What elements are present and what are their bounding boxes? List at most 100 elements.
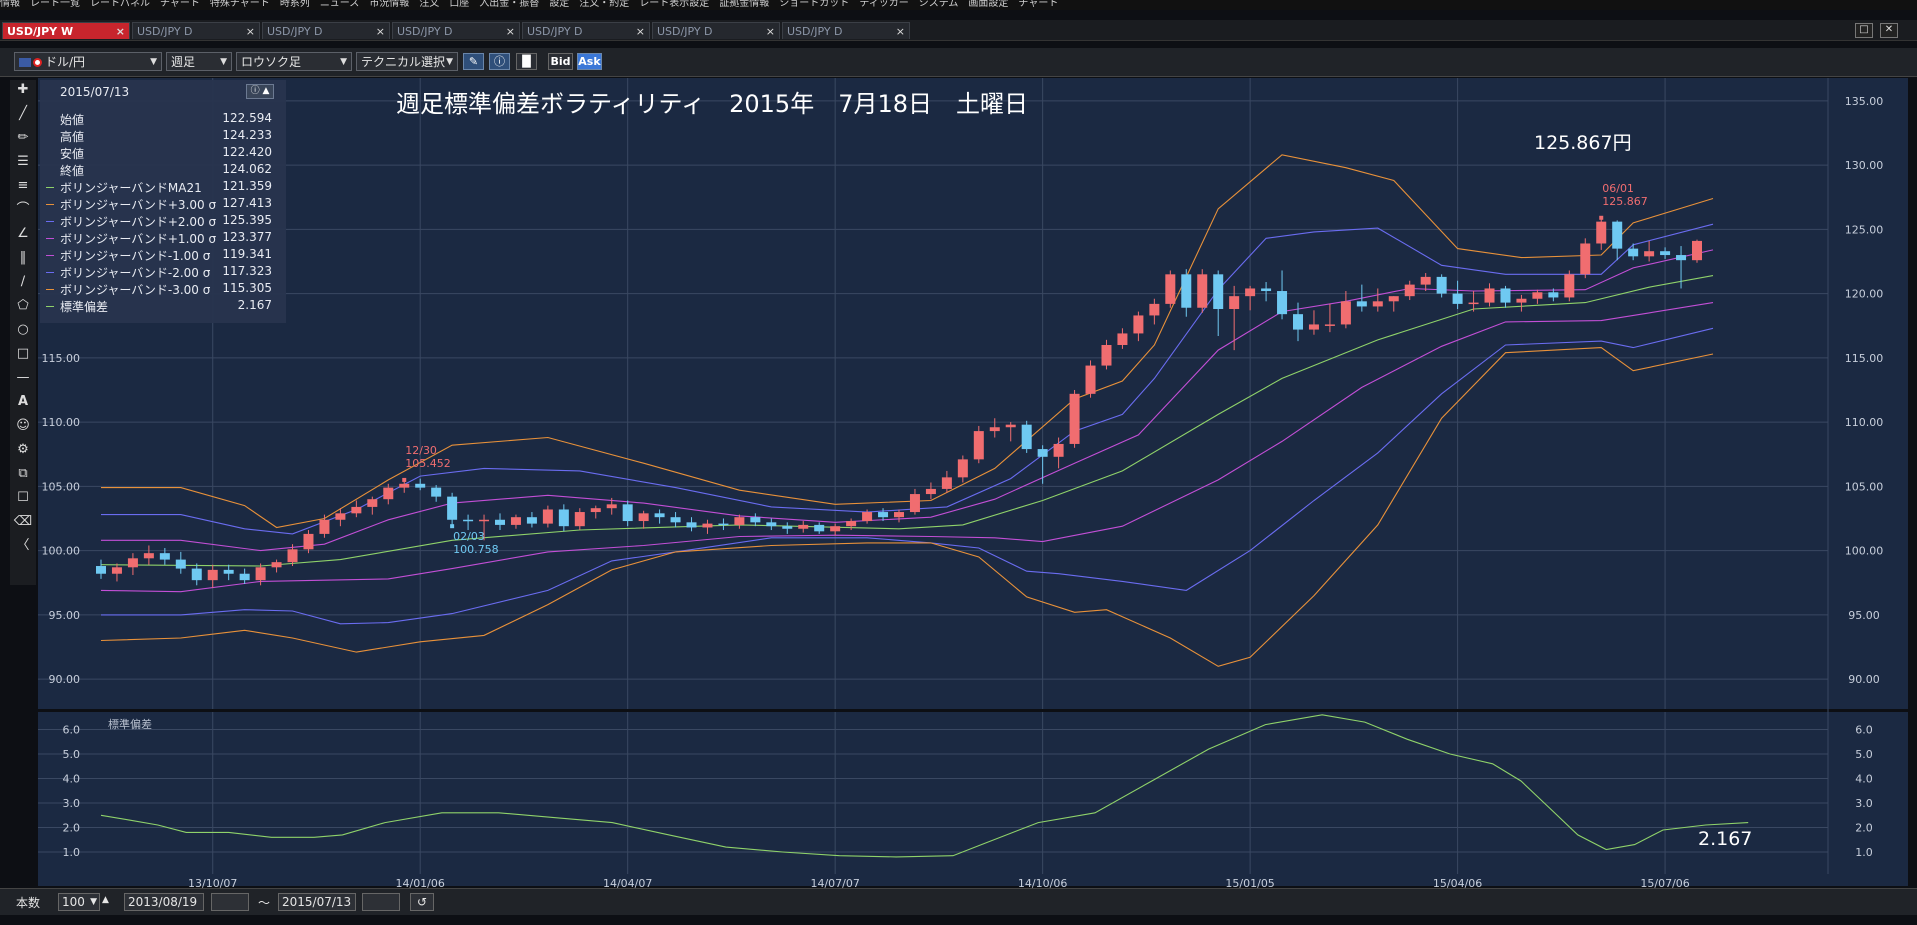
- pen-icon[interactable]: ✎: [463, 53, 484, 70]
- menu-item[interactable]: レート表示設定: [639, 0, 709, 9]
- eraser-icon[interactable]: ⌫: [13, 512, 33, 532]
- menu-item[interactable]: ショートカット: [779, 0, 849, 9]
- arc-icon[interactable]: ⌒: [13, 200, 33, 220]
- chart-style-select[interactable]: ロウソク足 ▼: [236, 52, 352, 71]
- technical-select[interactable]: テクニカル選択 ▼: [356, 52, 458, 71]
- candle-body: [1340, 301, 1351, 325]
- circle-icon[interactable]: ○: [13, 320, 33, 340]
- close-tab-icon[interactable]: ×: [376, 23, 385, 40]
- menu-item[interactable]: 画面設定: [968, 0, 1008, 9]
- menu-item[interactable]: 注文・約定: [579, 0, 629, 9]
- candle-body: [1660, 251, 1671, 256]
- candle-body: [1532, 292, 1543, 299]
- bar-count-select[interactable]: 100 ▼: [58, 893, 100, 911]
- candle-body: [846, 521, 857, 527]
- price-tick-right: 125.00: [1845, 223, 1884, 236]
- ruler-icon[interactable]: ✏: [13, 128, 33, 148]
- magnet-icon[interactable]: ⚙: [13, 440, 33, 460]
- chart-tab[interactable]: USD/JPY D ×: [262, 22, 390, 39]
- candle-body: [1676, 255, 1687, 261]
- ask-button[interactable]: Ask: [577, 53, 602, 70]
- candle-body: [941, 477, 952, 489]
- from-date-field[interactable]: 2013/08/19: [124, 893, 204, 911]
- chart-tab[interactable]: USD/JPY D ×: [782, 22, 910, 39]
- close-tab-icon[interactable]: ×: [246, 23, 255, 40]
- candle-body: [654, 513, 665, 518]
- chart-tab[interactable]: USD/JPY D ×: [392, 22, 520, 39]
- fan-icon[interactable]: ∠: [13, 224, 33, 244]
- candle-body: [973, 431, 984, 460]
- menu-item[interactable]: 口座: [449, 0, 469, 9]
- menu-item[interactable]: レート一覧: [30, 0, 80, 9]
- tab-label: USD/JPY D: [527, 25, 583, 38]
- fibonacci-icon[interactable]: ≡: [13, 176, 33, 196]
- menu-item[interactable]: レートパネル: [90, 0, 150, 9]
- chart-area[interactable]: 90.00 90.00 95.00 95.00 100.00 100.00 105.00 10…: [38, 78, 1908, 888]
- copy-icon[interactable]: ⧉: [13, 464, 33, 484]
- close-tab-icon[interactable]: ×: [116, 23, 125, 40]
- stepper-up-icon[interactable]: ▲: [102, 895, 109, 905]
- close-tab-icon[interactable]: ×: [896, 23, 905, 40]
- close-window-icon[interactable]: ✕: [1880, 23, 1898, 38]
- currency-pair-select[interactable]: ドル/円 ▼: [14, 52, 162, 71]
- bid-button[interactable]: Bid: [548, 53, 573, 70]
- menu-item[interactable]: 特殊チャート: [210, 0, 270, 9]
- menu-item[interactable]: ティッカー: [859, 0, 908, 9]
- info-icon[interactable]: ⓘ: [489, 53, 510, 70]
- menu-item[interactable]: 時系列: [280, 0, 310, 9]
- lock-icon[interactable]: ☐: [13, 488, 33, 508]
- menu-item[interactable]: 市況情報: [369, 0, 409, 9]
- x-tick-label: 14/07/07: [810, 877, 859, 888]
- pentagon-icon[interactable]: ⬠: [13, 296, 33, 316]
- from-time-field[interactable]: [211, 893, 249, 911]
- candle-body: [957, 459, 968, 478]
- info-row: 終値 124.062: [40, 162, 286, 179]
- crosshair-icon[interactable]: ✚: [13, 80, 33, 100]
- candle-body: [383, 487, 394, 500]
- chart-tab[interactable]: USD/JPY D ×: [522, 22, 650, 39]
- emoji-icon[interactable]: ☺: [13, 416, 33, 436]
- candle-body: [207, 569, 218, 581]
- menu-item[interactable]: チャート: [1018, 0, 1058, 9]
- menu-item[interactable]: 設定: [549, 0, 569, 9]
- volume-icon[interactable]: █: [516, 53, 537, 70]
- candle-body: [367, 499, 378, 507]
- candle-body: [159, 553, 170, 560]
- candle-body: [1596, 221, 1607, 244]
- horizontal-lines-icon[interactable]: ☰: [13, 152, 33, 172]
- restore-window-icon[interactable]: □: [1855, 23, 1873, 38]
- menu-item[interactable]: 注文: [419, 0, 439, 9]
- channel-icon[interactable]: ∕: [13, 272, 33, 292]
- candle-body: [143, 553, 154, 559]
- to-time-field[interactable]: [362, 893, 400, 911]
- chart-tab[interactable]: USD/JPY D ×: [132, 22, 260, 39]
- close-tab-icon[interactable]: ×: [506, 23, 515, 40]
- rectangle-icon[interactable]: □: [13, 344, 33, 364]
- candle-body: [239, 573, 250, 581]
- menu-item[interactable]: ニュース: [320, 0, 360, 9]
- price-tick-left: 100.00: [42, 545, 81, 558]
- trendline-icon[interactable]: ╱: [13, 104, 33, 124]
- menu-item[interactable]: システム: [919, 0, 959, 9]
- close-tab-icon[interactable]: ×: [636, 23, 645, 40]
- close-tab-icon[interactable]: ×: [766, 23, 775, 40]
- annotation-date: 06/01: [1602, 182, 1634, 195]
- vertical-lines-icon[interactable]: ‖: [13, 248, 33, 268]
- menu-item[interactable]: チャート: [160, 0, 200, 9]
- menu-item[interactable]: 証拠金情報: [719, 0, 769, 9]
- period-select[interactable]: 週足 ▼: [166, 52, 232, 71]
- hline-icon[interactable]: —: [13, 368, 33, 388]
- refresh-icon[interactable]: ↺: [410, 893, 434, 911]
- info-collapse-icon[interactable]: ⓘ ▲: [246, 84, 274, 99]
- candle-body: [590, 508, 601, 513]
- menu-item[interactable]: 情報: [0, 0, 20, 9]
- flag-icon: [19, 58, 31, 67]
- to-date-field[interactable]: 2015/07/13: [278, 893, 356, 911]
- annotation-value: 100.758: [453, 543, 499, 556]
- text-tool-icon[interactable]: A: [13, 392, 33, 412]
- eraser-all-icon[interactable]: 〈: [13, 536, 33, 556]
- chart-tab[interactable]: USD/JPY D ×: [652, 22, 780, 39]
- info-row: 始値 122.594: [40, 111, 286, 128]
- chart-tab[interactable]: USD/JPY W ×: [2, 22, 130, 39]
- menu-item[interactable]: 入出金・振替: [479, 0, 539, 9]
